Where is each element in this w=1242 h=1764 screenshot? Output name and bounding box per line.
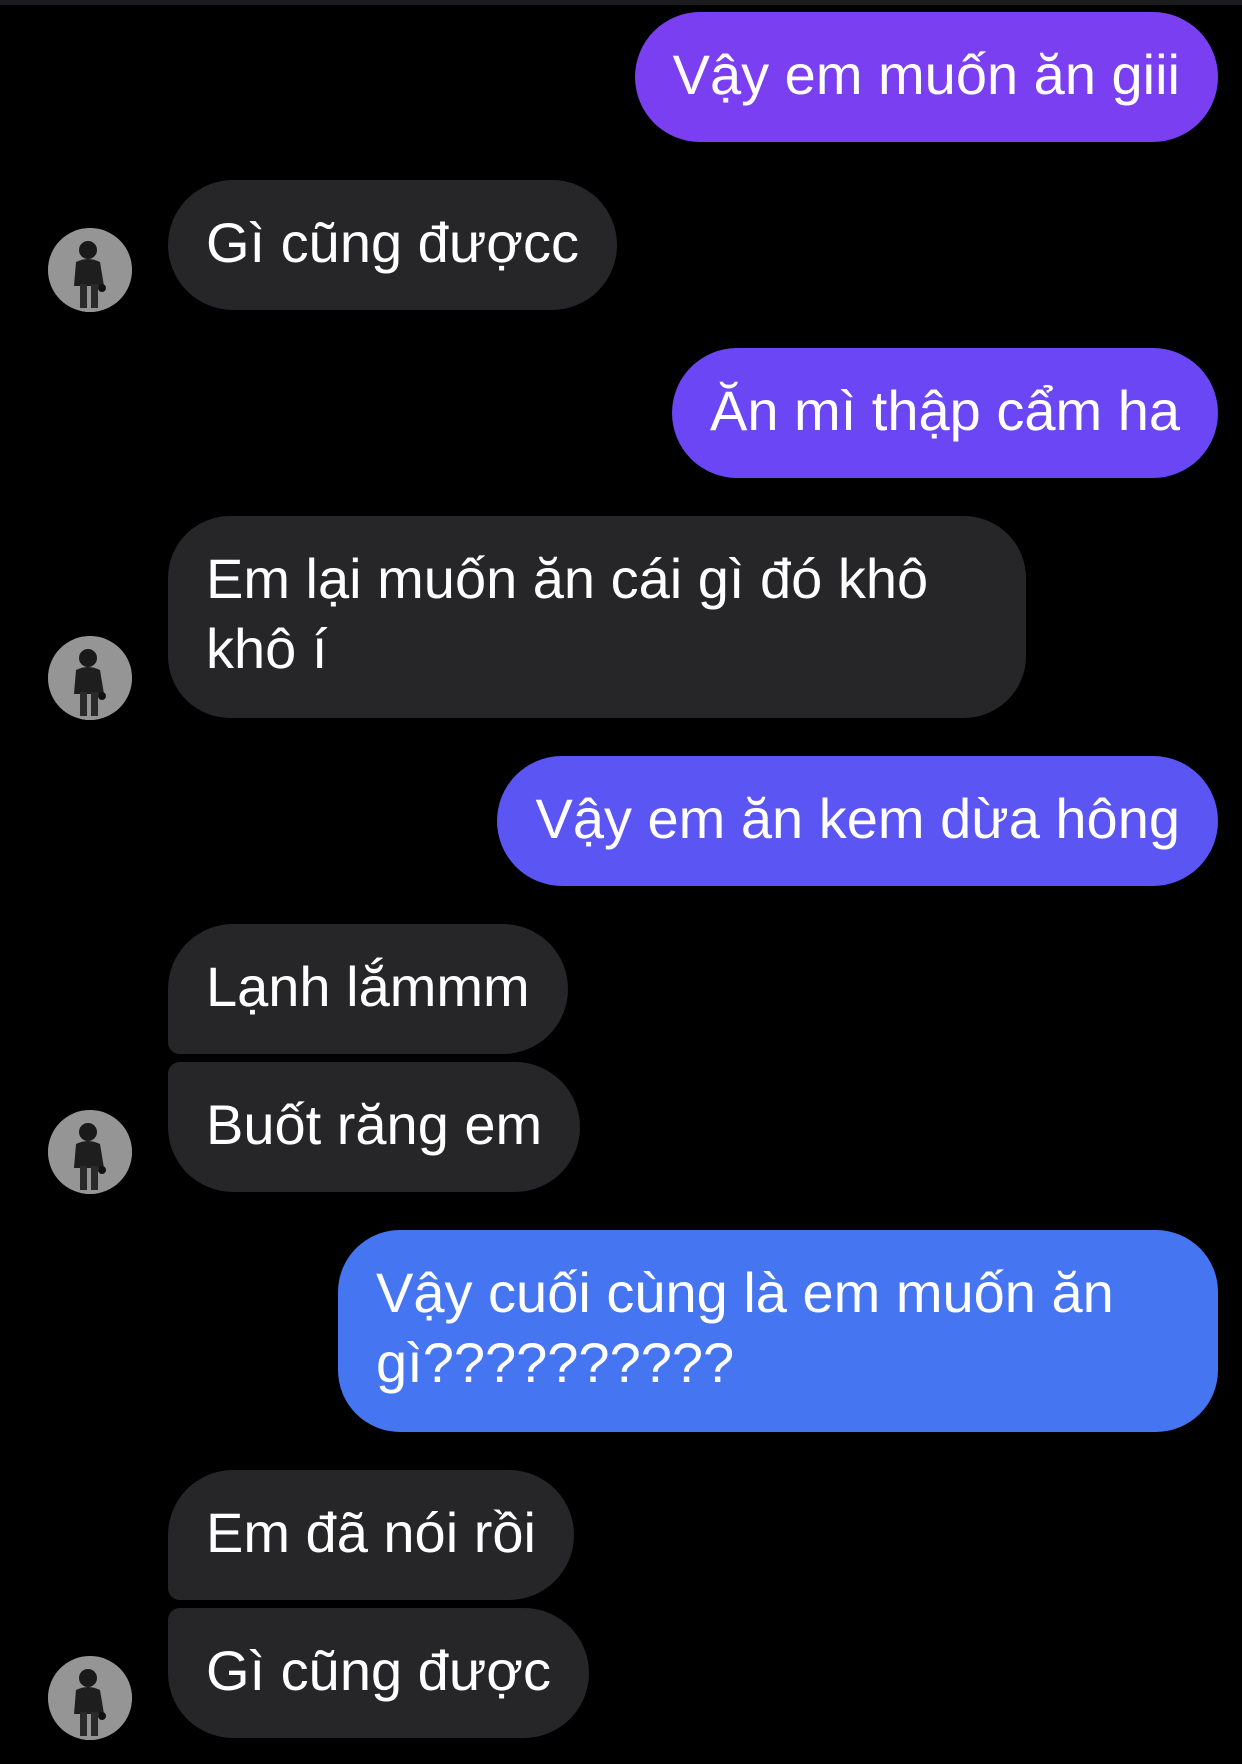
user-avatar-icon xyxy=(48,1110,132,1194)
contact-avatar[interactable] xyxy=(48,1656,132,1740)
received-message-bubble[interactable]: Buốt răng em xyxy=(168,1062,581,1192)
user-avatar-icon xyxy=(48,636,132,720)
contact-avatar[interactable] xyxy=(48,636,132,720)
received-message-bubble[interactable]: Gì cũng được xyxy=(168,1608,590,1738)
user-avatar-icon xyxy=(48,1656,132,1740)
received-message-bubble[interactable]: Lạnh lắmmm xyxy=(168,924,568,1054)
sent-message-bubble[interactable]: Vậy cuối cùng là em muốn ăn gì?????????? xyxy=(338,1230,1218,1432)
received-message-bubble[interactable]: Em đã nói rồi xyxy=(168,1470,574,1600)
user-avatar-icon xyxy=(48,228,132,312)
contact-avatar[interactable] xyxy=(48,228,132,312)
sent-message-bubble[interactable]: Vậy em muốn ăn giii xyxy=(634,12,1218,142)
sent-message-bubble[interactable]: Ăn mì thập cẩm ha xyxy=(671,348,1218,478)
sent-message-bubble[interactable]: Vậy em ăn kem dừa hông xyxy=(497,756,1218,886)
received-message-bubble[interactable]: Em lại muốn ăn cái gì đó khô khô í xyxy=(168,516,1026,718)
contact-avatar[interactable] xyxy=(48,1110,132,1194)
received-message-bubble[interactable]: Gì cũng đượcc xyxy=(168,180,618,310)
top-divider xyxy=(0,0,1242,5)
